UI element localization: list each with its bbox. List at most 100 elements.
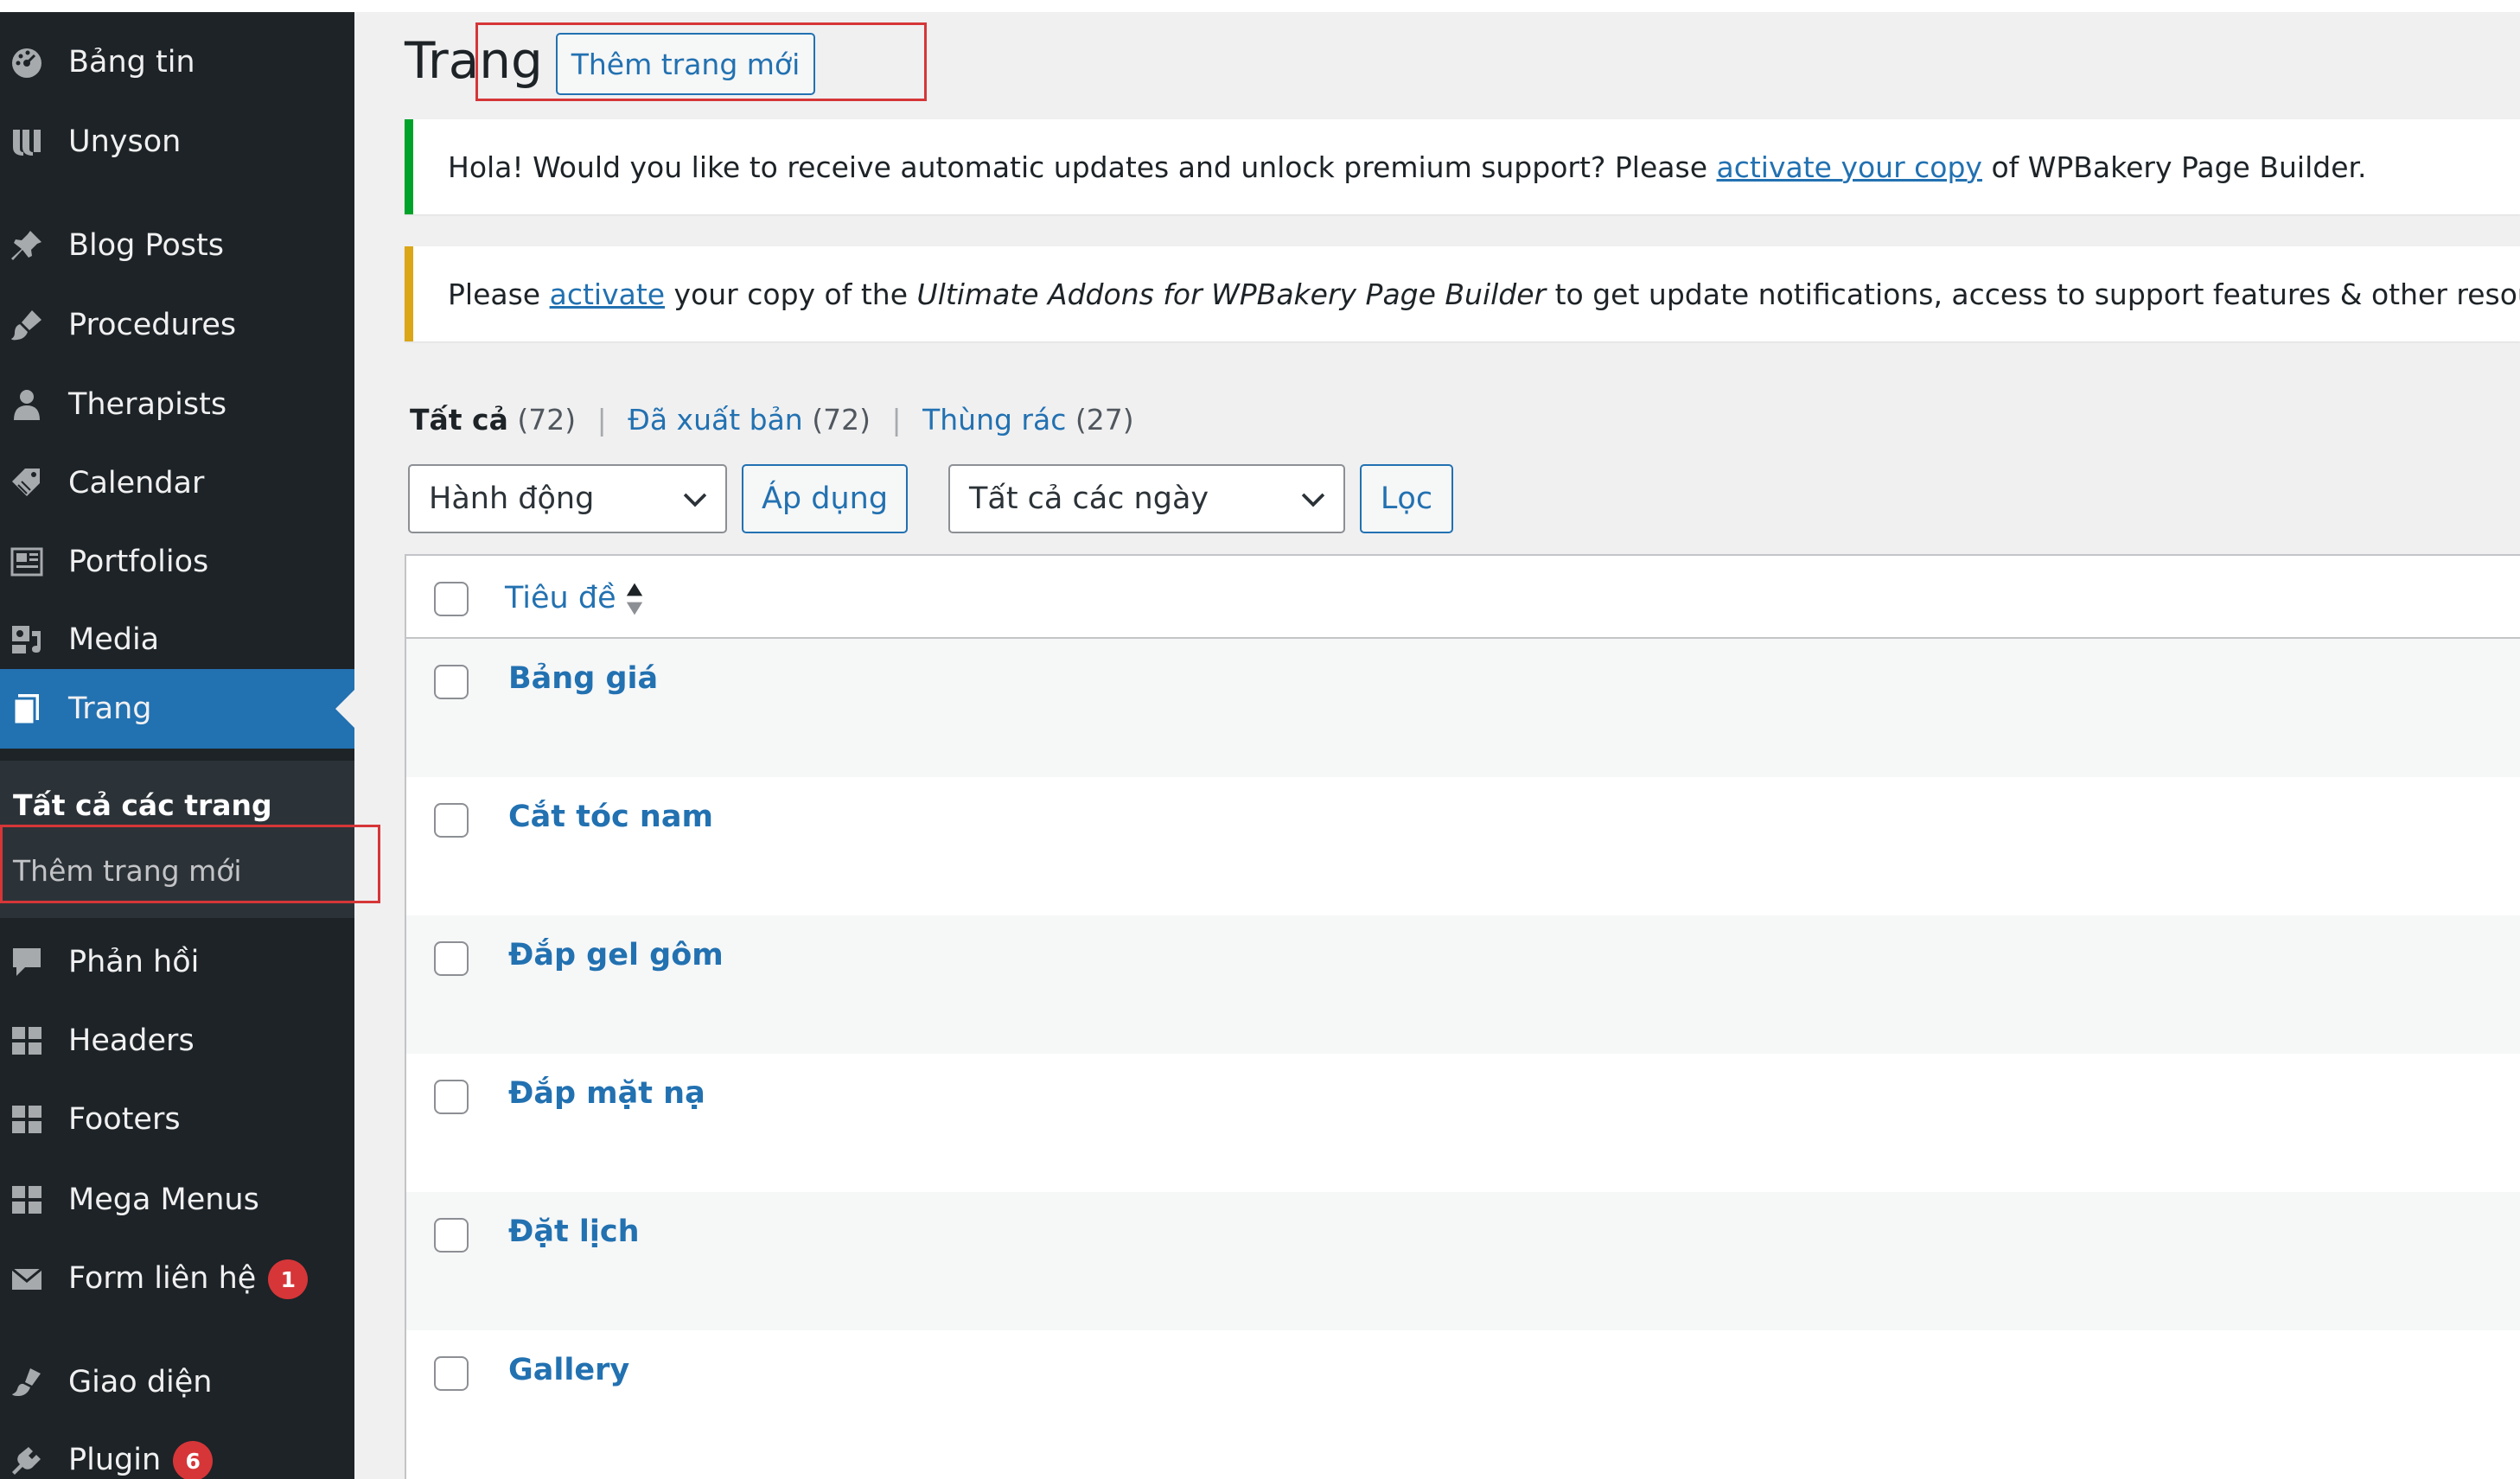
page-title-link[interactable]: Đắp mặt nạ <box>508 1076 705 1111</box>
submenu-add-new-page[interactable]: Thêm trang mới <box>13 854 242 888</box>
sidebar-item-comments[interactable]: Phản hồi <box>0 929 354 995</box>
row-checkbox[interactable] <box>434 941 469 976</box>
row-checkbox[interactable] <box>434 1218 469 1253</box>
table-row: Bảng giá <box>406 639 2520 777</box>
table-row: Đắp gel gôm <box>406 915 2520 1054</box>
column-title-sort[interactable]: Tiêu đề <box>505 580 644 618</box>
sidebar-item-label: Calendar <box>68 466 205 500</box>
sidebar-item-label: Unyson <box>68 124 182 159</box>
notice-text-before: Please <box>448 277 550 311</box>
sidebar-item-appearance[interactable]: Giao diện <box>0 1349 354 1415</box>
grid-icon <box>7 1021 47 1061</box>
sidebar-item-label: Footers <box>68 1102 181 1137</box>
date-filter-value: Tất cả các ngày <box>969 481 1209 516</box>
top-strip <box>0 0 2520 12</box>
status-filter-links: Tất cả (72) | Đã xuất bản (72) | Thùng r… <box>410 403 1134 437</box>
sidebar-item-plugins[interactable]: Plugin 6 <box>0 1428 354 1479</box>
select-all-checkbox[interactable] <box>434 582 469 616</box>
sidebar-item-label: Mega Menus <box>68 1183 259 1217</box>
sidebar-item-label: Phản hồi <box>68 945 200 979</box>
pages-submenu: Tất cả các trang Thêm trang mới <box>0 761 354 918</box>
page-title-link[interactable]: Đắp gel gôm <box>508 938 724 972</box>
table-header: Tiêu đề <box>406 556 2520 639</box>
page-title-link[interactable]: Bảng giá <box>508 661 658 696</box>
sidebar-item-procedures[interactable]: Procedures <box>0 292 354 358</box>
grid-icon <box>7 1180 47 1220</box>
user-icon <box>7 385 47 424</box>
chevron-down-icon <box>1301 493 1325 507</box>
pages-table: Tiêu đề Bảng giá Cắt tóc nam Đắp gel gôm… <box>405 554 2520 1479</box>
filter-trash-count: (27) <box>1075 403 1134 437</box>
table-row: Gallery <box>406 1330 2520 1469</box>
plugin-text: Plugin <box>68 1443 162 1477</box>
page-title-link[interactable]: Gallery <box>508 1353 629 1387</box>
row-checkbox[interactable] <box>434 803 469 838</box>
sidebar-item-calendar[interactable]: Calendar <box>0 450 354 516</box>
sidebar-item-label: Headers <box>68 1023 195 1058</box>
bulk-action-select[interactable]: Hành động <box>408 464 727 533</box>
table-row: Cắt tóc nam <box>406 777 2520 915</box>
mail-icon <box>7 1259 47 1299</box>
sidebar-item-unyson[interactable]: Unyson <box>0 109 354 175</box>
filter-published-count: (72) <box>812 403 871 437</box>
filter-published-link[interactable]: Đã xuất bản <box>628 403 802 437</box>
notification-badge: 6 <box>173 1441 214 1479</box>
activate-link[interactable]: activate <box>550 277 665 311</box>
portfolio-icon <box>7 542 47 582</box>
notice-text-after: of WPBakery Page Builder. <box>1981 150 2367 184</box>
notice-text: Hola! Would you like to receive automati… <box>448 150 2367 184</box>
filter-button[interactable]: Lọc <box>1360 464 1453 533</box>
sidebar-item-therapists[interactable]: Therapists <box>0 372 354 437</box>
notice-text-before: Hola! Would you like to receive automati… <box>448 150 1717 184</box>
page-title-link[interactable]: Cắt tóc nam <box>508 800 713 834</box>
sidebar-item-dashboard[interactable]: Bảng tin <box>0 29 354 95</box>
appearance-icon <box>7 1362 47 1402</box>
row-checkbox[interactable] <box>434 665 469 699</box>
sidebar-item-pages[interactable]: Trang <box>0 669 354 749</box>
tag-icon <box>7 463 47 503</box>
comment-icon <box>7 942 47 982</box>
sidebar-item-label: Therapists <box>68 387 227 422</box>
column-title-label: Tiêu đề <box>505 581 616 615</box>
activate-copy-link[interactable]: activate your copy <box>1717 150 1982 184</box>
apply-button[interactable]: Áp dụng <box>742 464 908 533</box>
filter-trash-link[interactable]: Thùng rác <box>922 403 1066 437</box>
sidebar-item-portfolios[interactable]: Portfolios <box>0 529 354 595</box>
page-title-link[interactable]: Đặt lịch <box>508 1214 640 1249</box>
media-icon <box>7 620 47 660</box>
sidebar-item-label: Procedures <box>68 308 237 342</box>
sidebar-item-mega-menus[interactable]: Mega Menus <box>0 1167 354 1233</box>
sidebar-item-label: Giao diện <box>68 1365 213 1399</box>
admin-sidebar: Bảng tin Unyson Blog Posts Procedures Th… <box>0 12 354 1479</box>
wpbakery-update-notice: Hola! Would you like to receive automati… <box>405 119 2520 214</box>
page-title: Trang <box>405 31 543 90</box>
brush-icon <box>7 305 47 345</box>
notification-badge: 1 <box>268 1259 309 1299</box>
separator: | <box>891 403 902 437</box>
notice-text: Please activate your copy of the Ultimat… <box>448 277 2520 311</box>
sidebar-item-blog-posts[interactable]: Blog Posts <box>0 213 354 278</box>
filter-all-label[interactable]: Tất cả <box>410 403 508 437</box>
pin-icon <box>7 226 47 265</box>
filter-all-count: (72) <box>517 403 577 437</box>
chevron-down-icon <box>683 493 707 507</box>
sidebar-item-label: Plugin 6 <box>68 1441 214 1479</box>
row-checkbox[interactable] <box>434 1080 469 1114</box>
sidebar-item-contact-form[interactable]: Form liên hệ 1 <box>0 1246 354 1312</box>
sidebar-item-label: Blog Posts <box>68 228 224 263</box>
sort-icon <box>626 583 642 615</box>
notice-text-middle: your copy of the <box>665 277 917 311</box>
add-new-page-button[interactable]: Thêm trang mới <box>556 33 815 95</box>
sidebar-item-footers[interactable]: Footers <box>0 1087 354 1152</box>
date-filter-select[interactable]: Tất cả các ngày <box>948 464 1345 533</box>
sidebar-item-media[interactable]: Media <box>0 607 354 673</box>
page-icon <box>7 689 47 729</box>
row-checkbox[interactable] <box>434 1356 469 1391</box>
separator: | <box>597 403 607 437</box>
sidebar-item-label: Bảng tin <box>68 45 195 80</box>
submenu-all-pages[interactable]: Tất cả các trang <box>13 788 272 822</box>
sidebar-item-label: Portfolios <box>68 545 209 579</box>
notice-text-after: to get update notifications, access to s… <box>1546 277 2520 311</box>
table-row: Đặt lịch <box>406 1192 2520 1330</box>
sidebar-item-headers[interactable]: Headers <box>0 1008 354 1074</box>
